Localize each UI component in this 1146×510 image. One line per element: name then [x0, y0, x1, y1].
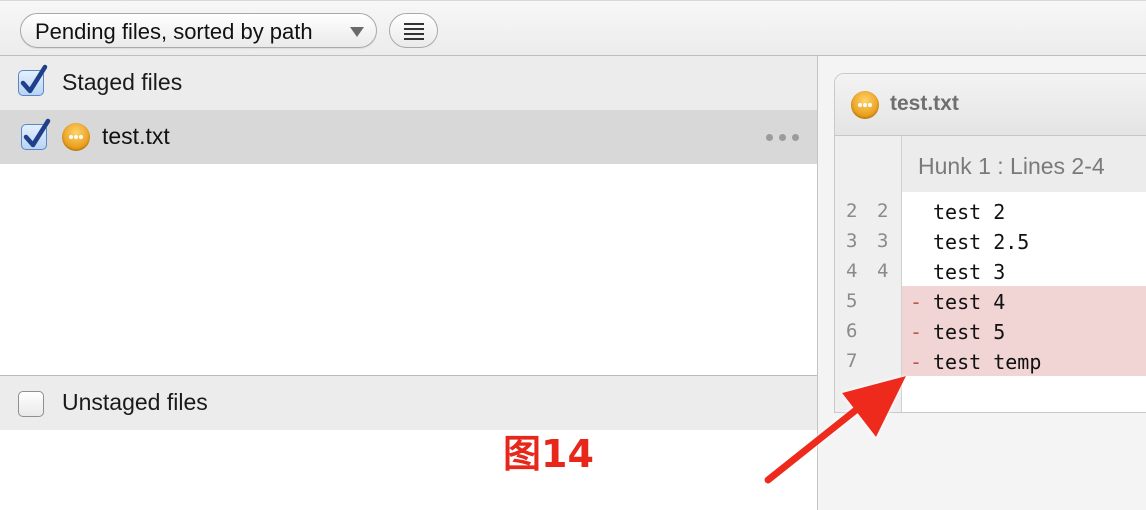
annotation-label: 图14 — [503, 432, 594, 476]
